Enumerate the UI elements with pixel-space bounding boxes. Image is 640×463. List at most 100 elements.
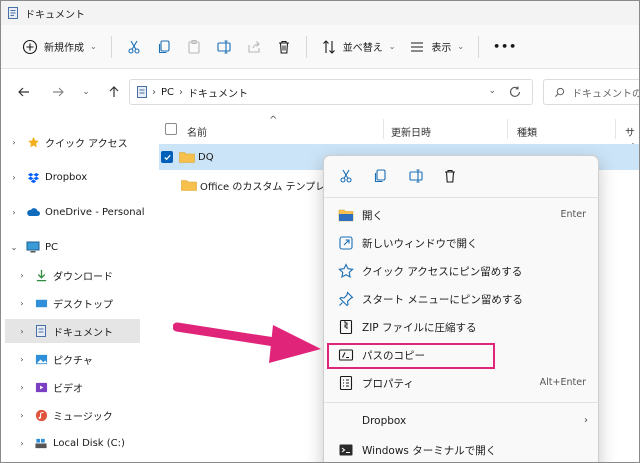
menu-item-pin-quick-access[interactable]: クイック アクセスにピン留めする <box>332 257 594 285</box>
sort-button-label: 並べ替え <box>342 43 383 54</box>
breadcrumb-documents[interactable]: ドキュメント <box>188 85 248 100</box>
menu-item-shortcut: Enter <box>560 209 587 220</box>
copy-icon[interactable] <box>372 168 388 184</box>
expand-chevron-icon[interactable]: › <box>9 173 19 182</box>
annotation-arrow-icon <box>173 322 321 363</box>
scissors-icon[interactable] <box>338 168 354 184</box>
menu-item-open-terminal[interactable]: Windows ターミナルで開く <box>332 436 594 462</box>
column-divider[interactable] <box>383 119 384 139</box>
delete-button[interactable] <box>269 33 299 61</box>
expand-chevron-icon[interactable]: › <box>17 355 27 364</box>
menu-item-label: Dropbox <box>362 415 407 427</box>
toolbar-divider <box>110 35 112 58</box>
sidebar-item-local-disk[interactable]: › Local Disk (C:) <box>17 431 125 455</box>
terminal-icon <box>339 444 353 456</box>
new-button[interactable]: 新規作成 ⌄ <box>15 33 104 61</box>
pictures-icon <box>34 352 48 366</box>
rename-button[interactable] <box>209 33 239 61</box>
address-bar[interactable]: › PC › ドキュメント ⌄ <box>129 79 533 105</box>
sidebar-item-videos[interactable]: › ビデオ <box>17 375 83 399</box>
sidebar-item-label: OneDrive - Personal <box>45 206 145 218</box>
menu-item-pin-start[interactable]: スタート メニューにピン留めする <box>332 285 594 313</box>
refresh-icon[interactable] <box>508 85 522 99</box>
sidebar-item-label: クイック アクセス <box>45 138 128 150</box>
music-icon <box>34 408 48 422</box>
up-button[interactable] <box>101 79 127 105</box>
sidebar-item-pictures[interactable]: › ピクチャ <box>17 347 93 371</box>
column-modified[interactable]: 更新日時 <box>391 124 431 139</box>
column-divider[interactable] <box>615 119 616 139</box>
sidebar-item-downloads[interactable]: › ダウンロード <box>17 263 113 287</box>
rename-icon[interactable] <box>408 168 424 184</box>
select-all-checkbox[interactable] <box>165 123 177 135</box>
cloud-icon <box>26 205 40 219</box>
sort-icon <box>322 39 335 54</box>
sort-button[interactable]: 並べ替え ⌄ <box>314 33 403 61</box>
chevron-down-icon[interactable]: ⌄ <box>488 86 496 96</box>
menu-item-open[interactable]: 開く Enter <box>332 201 594 229</box>
sidebar-item-label: ピクチャ <box>53 355 93 367</box>
window-title: ドキュメント <box>25 9 85 21</box>
search-box[interactable]: ドキュメントの検 <box>543 79 639 105</box>
open-new-window-icon <box>339 236 353 250</box>
column-name[interactable]: 名前 <box>187 124 207 139</box>
documents-icon <box>34 324 48 338</box>
context-menu: 開く Enter 新しいウィンドウで開く クイック アクセスにピン留めする スタ… <box>323 155 600 462</box>
more-options-button[interactable]: ••• <box>486 33 524 61</box>
collapse-chevron-icon[interactable]: ⌄ <box>9 243 19 252</box>
chevron-down-icon: ⌄ <box>90 42 97 51</box>
expand-chevron-icon[interactable]: › <box>17 327 27 336</box>
menu-item-properties[interactable]: プロパティ Alt+Enter <box>332 369 594 397</box>
pin-icon <box>339 291 354 307</box>
menu-item-dropbox[interactable]: Dropbox › <box>332 408 594 436</box>
sidebar-item-pc[interactable]: ⌄ PC <box>9 235 58 259</box>
breadcrumb-pc[interactable]: PC <box>161 87 174 98</box>
sidebar-item-quick-access[interactable]: › クイック アクセス <box>9 130 128 154</box>
expand-chevron-icon[interactable]: › <box>17 439 27 448</box>
documents-icon <box>8 7 18 19</box>
copy-icon <box>158 39 170 53</box>
sidebar-item-onedrive[interactable]: › OneDrive - Personal <box>9 200 145 224</box>
annotation-highlight-box <box>327 343 495 369</box>
breadcrumb-separator: › <box>152 86 156 98</box>
file-name: DQ <box>198 151 214 163</box>
expand-chevron-icon[interactable]: › <box>17 411 27 420</box>
menu-item-compress-zip[interactable]: ZIP ファイルに圧縮する <box>332 313 594 341</box>
command-bar: 新規作成 ⌄ 並べ替え ⌄ 表示 ⌄ ••• <box>1 25 639 69</box>
sidebar-item-dropbox[interactable]: › Dropbox <box>9 165 87 189</box>
share-button[interactable] <box>239 33 269 61</box>
paste-button[interactable] <box>179 33 209 61</box>
expand-chevron-icon[interactable]: › <box>9 138 19 147</box>
row-checkbox[interactable] <box>161 151 173 163</box>
file-explorer-window: ドキュメント 新規作成 ⌄ 並べ替え ⌄ 表示 ⌄ ••• ⌄ › PC › ド… <box>0 0 640 463</box>
cut-button[interactable] <box>119 33 149 61</box>
menu-item-label: クイック アクセスにピン留めする <box>362 266 523 278</box>
more-options-icon: ••• <box>493 40 518 53</box>
trash-icon[interactable] <box>442 168 458 184</box>
sidebar-item-documents[interactable]: › ドキュメント <box>5 319 140 343</box>
view-button[interactable]: 表示 ⌄ <box>402 33 471 61</box>
menu-item-open-new-window[interactable]: 新しいウィンドウで開く <box>332 229 594 257</box>
column-divider[interactable] <box>507 119 508 139</box>
sidebar-item-desktop[interactable]: › デスクトップ <box>17 291 113 315</box>
navigation-row: ⌄ › PC › ドキュメント ⌄ ドキュメントの検 <box>1 69 639 115</box>
expand-chevron-icon[interactable]: › <box>17 299 27 308</box>
view-button-label: 表示 <box>431 43 452 54</box>
back-button[interactable] <box>11 79 37 105</box>
drive-icon <box>34 436 48 450</box>
expand-chevron-icon[interactable]: › <box>17 383 27 392</box>
new-button-label: 新規作成 <box>44 43 84 54</box>
folder-icon <box>181 180 197 191</box>
expand-chevron-icon[interactable]: › <box>17 271 27 280</box>
forward-button[interactable] <box>45 79 71 105</box>
search-icon <box>555 87 565 97</box>
column-type[interactable]: 種類 <box>517 124 537 139</box>
toolbar-divider <box>305 35 307 58</box>
zip-archive-icon <box>339 319 353 335</box>
chevron-down-icon: ⌄ <box>457 42 465 51</box>
sidebar-item-music[interactable]: › ミュージック <box>17 403 113 427</box>
expand-chevron-icon[interactable]: › <box>9 208 19 217</box>
desktop-icon <box>34 296 48 310</box>
copy-button[interactable] <box>149 33 179 61</box>
recent-locations-button[interactable]: ⌄ <box>73 79 99 105</box>
